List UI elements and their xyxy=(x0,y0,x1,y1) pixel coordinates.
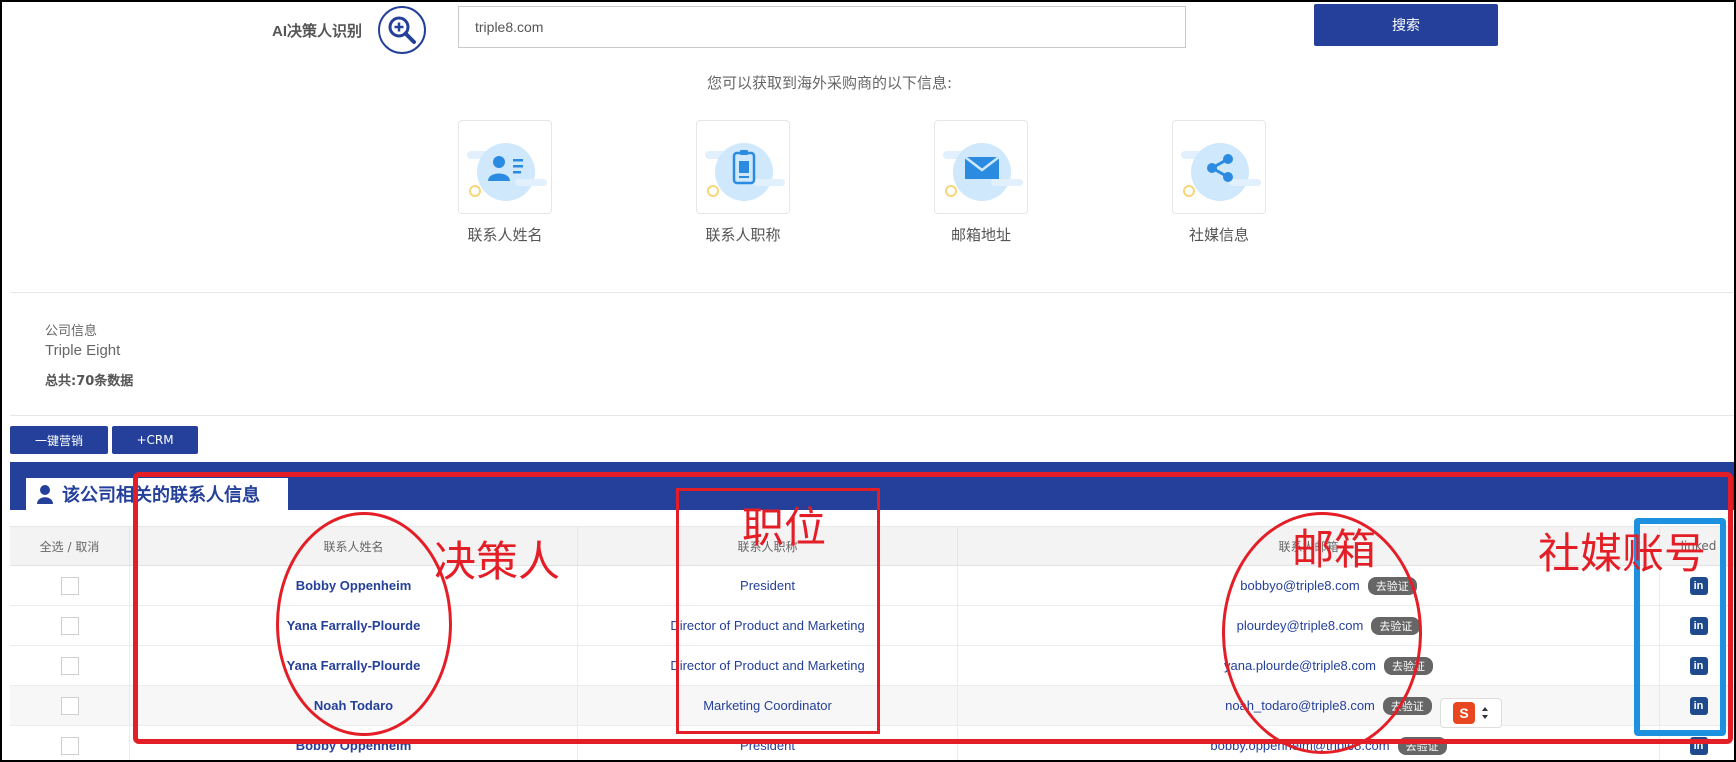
person-icon xyxy=(37,485,53,504)
page-frame: AI决策人识别 搜索 您可以获取到海外采购商的以下信息: 联系人姓 xyxy=(0,0,1736,762)
contact-email: yana.plourde@triple8.com xyxy=(1224,658,1376,673)
annotation-position-text: 职位 xyxy=(742,503,827,552)
linkedin-icon[interactable]: in xyxy=(1689,736,1708,755)
verify-button[interactable]: 去验证 xyxy=(1382,696,1432,715)
verify-button[interactable]: 去验证 xyxy=(1383,656,1433,675)
feature-label: 社媒信息 xyxy=(1188,226,1249,244)
info-intro-text: 您可以获取到海外采购商的以下信息: xyxy=(706,74,953,92)
table-row: Bobby Oppenheim President bobbyo@triple8… xyxy=(10,566,1734,606)
verify-button[interactable]: 去验证 xyxy=(1367,576,1417,595)
verify-button[interactable]: 去验证 xyxy=(1397,736,1447,755)
linkedin-icon[interactable]: in xyxy=(1689,616,1708,635)
row-checkbox[interactable] xyxy=(60,576,79,595)
table-header: 全选 / 取消 联系人姓名 联系人职称 联系人邮箱 linked xyxy=(10,526,1734,566)
linkedin-icon[interactable]: in xyxy=(1689,696,1708,715)
company-info-label: 公司信息 xyxy=(45,324,98,339)
feature-label: 联系人姓名 xyxy=(467,226,543,244)
domain-search-input[interactable] xyxy=(458,6,1186,48)
linkedin-icon[interactable]: in xyxy=(1689,656,1708,675)
contact-email: bobbyo@triple8.com xyxy=(1240,578,1360,593)
select-all-toggle[interactable]: 全选 / 取消 xyxy=(10,527,130,565)
company-name: Triple Eight xyxy=(45,342,121,359)
annotation-social-text: 社媒账号 xyxy=(1538,529,1707,578)
row-checkbox[interactable] xyxy=(60,736,79,755)
contact-name[interactable]: Noah Todaro xyxy=(314,698,393,713)
contact-email: bobby.oppenheim@triple8.com xyxy=(1210,738,1390,753)
contact-name[interactable]: Bobby Oppenheim xyxy=(296,738,412,753)
row-checkbox[interactable] xyxy=(60,656,79,675)
verify-button[interactable]: 去验证 xyxy=(1371,616,1421,635)
table-row: Yana Farrally-Plourde Director of Produc… xyxy=(10,646,1734,686)
feature-email: 邮箱地址 xyxy=(934,120,1028,245)
contact-title: Director of Product and Marketing xyxy=(670,618,865,633)
search-button[interactable]: 搜索 xyxy=(1314,4,1498,46)
ai-decision-maker-label: AI决策人识别 xyxy=(272,23,363,40)
annotation-email-text: 邮箱 xyxy=(1292,525,1377,574)
feature-contact-title: 联系人职称 xyxy=(696,120,790,245)
add-crm-button[interactable]: +CRM xyxy=(112,426,198,454)
section-divider xyxy=(10,415,1734,416)
widget-arrows-icon xyxy=(1482,707,1488,719)
sogou-s-icon: S xyxy=(1453,702,1475,724)
contact-name[interactable]: Yana Farrally-Plourde xyxy=(287,618,421,633)
contact-name[interactable]: Yana Farrally-Plourde xyxy=(287,658,421,673)
table-row: Yana Farrally-Plourde Director of Produc… xyxy=(10,606,1734,646)
contacts-panel-tab: 该公司相关的联系人信息 xyxy=(26,478,288,510)
contact-title: President xyxy=(740,738,795,753)
contact-title: Director of Product and Marketing xyxy=(670,658,865,673)
total-count: 总共:70条数据 xyxy=(45,374,134,389)
row-checkbox[interactable] xyxy=(60,696,79,715)
row-checkbox[interactable] xyxy=(60,616,79,635)
contact-email: plourdey@triple8.com xyxy=(1236,618,1364,633)
section-divider xyxy=(10,292,1734,293)
contact-card-icon xyxy=(459,121,551,213)
contact-email: noah_todaro@triple8.com xyxy=(1225,698,1375,713)
id-badge-icon xyxy=(697,121,789,213)
share-icon xyxy=(1173,121,1265,213)
magnifier-plus-icon[interactable] xyxy=(378,6,426,54)
contact-name[interactable]: Bobby Oppenheim xyxy=(296,578,412,593)
contact-title: President xyxy=(740,578,795,593)
feature-label: 邮箱地址 xyxy=(950,226,1011,244)
feature-contact-name: 联系人姓名 xyxy=(458,120,552,245)
feature-label: 联系人职称 xyxy=(705,226,781,244)
contact-title: Marketing Coordinator xyxy=(703,698,832,713)
annotation-decision-maker-text: 决策人 xyxy=(434,537,561,586)
ime-widget[interactable]: S xyxy=(1440,698,1502,728)
panel-title: 该公司相关的联系人信息 xyxy=(62,485,260,506)
feature-social: 社媒信息 xyxy=(1172,120,1266,245)
one-click-marketing-button[interactable]: 一键营销 xyxy=(10,426,108,454)
table-row: Bobby Oppenheim President bobby.oppenhei… xyxy=(10,726,1734,760)
envelope-icon xyxy=(935,121,1027,213)
